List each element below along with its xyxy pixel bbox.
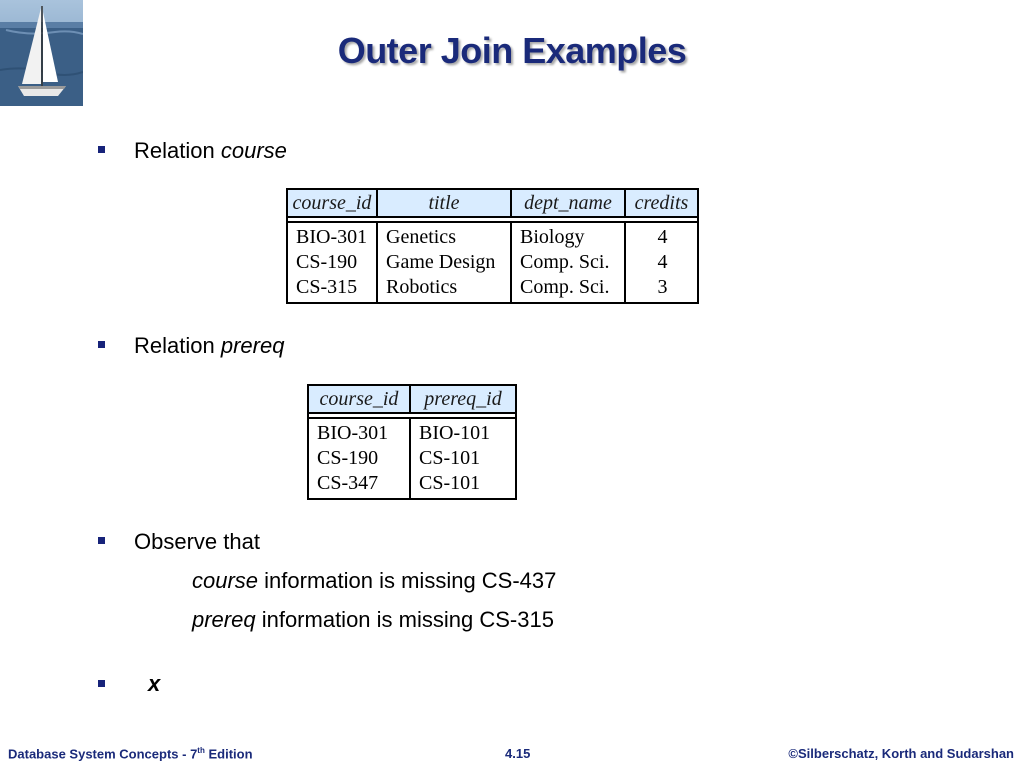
label-prefix: Relation <box>134 138 221 163</box>
table-column: Genetics Game Design Robotics <box>378 223 512 302</box>
prereq-table-header: course_id prereq_id <box>309 386 515 414</box>
slide-title: Outer Join Examples <box>337 30 687 71</box>
course-table: course_id title dept_name credits BIO-30… <box>286 188 699 304</box>
observation-text: information is missing CS-315 <box>255 607 554 632</box>
table-cell: CS-101 <box>419 472 481 494</box>
footer-superscript: th <box>197 746 205 755</box>
table-cell: Genetics <box>386 226 456 248</box>
table-cell: Robotics <box>386 276 458 298</box>
relation-name: course <box>192 568 259 593</box>
bullet-marker <box>98 341 105 348</box>
table-cell: 4 <box>657 226 668 248</box>
observation-text: information is missing CS-437 <box>258 568 557 593</box>
relation-name: prereq <box>220 333 285 358</box>
prereq-relation-label: Relation prereq <box>134 333 284 359</box>
relation-name: course <box>220 138 287 163</box>
prereq-table-body: BIO-301 CS-190 CS-347 BIO-101 CS-101 CS-… <box>309 417 515 498</box>
prereq-table: course_id prereq_id BIO-301 CS-190 CS-34… <box>307 384 517 500</box>
table-cell: Comp. Sci. <box>520 276 610 298</box>
bullet-marker <box>98 146 105 153</box>
label-prefix: Relation <box>134 333 221 358</box>
page-number: 4.15 <box>505 746 531 761</box>
table-cell: CS-347 <box>317 472 379 494</box>
header-cell: prereq_id <box>424 388 502 410</box>
table-column: BIO-301 CS-190 CS-347 <box>309 419 411 498</box>
observation-course: course information is missing CS-437 <box>192 568 556 594</box>
table-cell: CS-190 <box>296 251 358 273</box>
table-column: Biology Comp. Sci. Comp. Sci. <box>512 223 626 302</box>
table-cell: BIO-301 <box>317 422 389 444</box>
bullet-marker <box>98 537 105 544</box>
table-cell: CS-190 <box>317 447 379 469</box>
observe-label: Observe that <box>134 529 260 554</box>
header-cell: dept_name <box>512 190 626 216</box>
header-cell: credits <box>634 192 689 214</box>
bullet-marker <box>98 680 105 687</box>
table-column: 4 4 3 <box>626 223 697 302</box>
table-cell: Comp. Sci. <box>520 251 610 273</box>
table-cell: BIO-301 <box>296 226 368 248</box>
header-cell: course_id <box>288 190 378 216</box>
header-cell: course_id <box>309 386 411 412</box>
table-cell: Game Design <box>386 251 496 273</box>
table-cell: CS-101 <box>419 447 481 469</box>
footer-copyright: ©Silberschatz, Korth and Sudarshan <box>788 746 1014 761</box>
course-relation-label: Relation course <box>134 138 287 164</box>
footer-text: Edition <box>204 746 253 762</box>
course-table-header: course_id title dept_name credits <box>288 190 697 218</box>
table-cell: 4 <box>657 251 668 273</box>
table-cell: 3 <box>657 276 668 298</box>
table-cell: CS-315 <box>296 276 358 298</box>
relation-name: prereq <box>192 607 256 632</box>
table-cell: BIO-101 <box>419 422 491 444</box>
observation-prereq: prereq information is missing CS-315 <box>192 607 554 633</box>
header-cell: title <box>378 190 512 216</box>
x-label: x <box>148 671 161 696</box>
table-column: BIO-101 CS-101 CS-101 <box>411 419 515 498</box>
footer-text: Database System Concepts - 7 <box>8 746 198 762</box>
table-cell: Biology <box>520 226 585 248</box>
course-table-body: BIO-301 CS-190 CS-315 Genetics Game Desi… <box>288 221 697 302</box>
footer-book-title: Database System Concepts - 7th Edition <box>8 746 253 761</box>
table-column: BIO-301 CS-190 CS-315 <box>288 223 378 302</box>
